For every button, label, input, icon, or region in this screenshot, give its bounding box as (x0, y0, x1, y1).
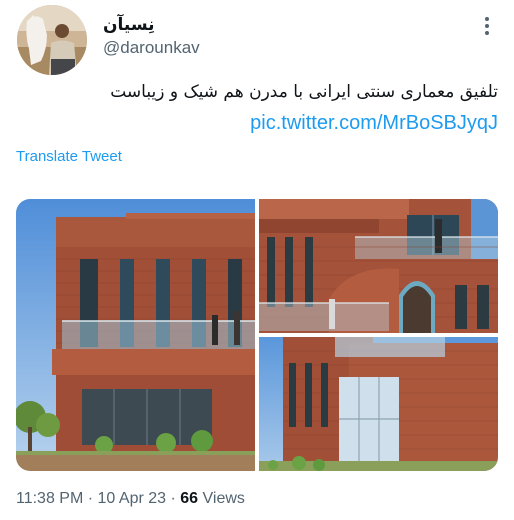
media-photo-1[interactable] (16, 199, 255, 471)
media-photo-2[interactable] (259, 199, 498, 333)
author-display-name[interactable]: نِسیآن (103, 15, 155, 35)
avatar-image (17, 5, 87, 75)
more-options-icon[interactable] (476, 14, 498, 38)
media-photo-3[interactable] (259, 337, 498, 471)
translate-tweet-link[interactable]: Translate Tweet (16, 147, 122, 167)
tweet-text: تلفیق معماری سنتی ایرانی با مدرن هم شیک … (110, 82, 498, 102)
views-label: Views (202, 490, 245, 507)
photo-facade-front-icon (16, 199, 255, 471)
more-dot (485, 31, 489, 35)
meta-separator: · (87, 490, 94, 507)
photo-corner-windows-icon (259, 337, 498, 471)
more-dot (485, 17, 489, 21)
author-handle[interactable]: @darounkav (103, 38, 200, 58)
media-grid (16, 199, 498, 471)
avatar[interactable] (17, 5, 87, 75)
photo-balcony-arch-icon (259, 199, 498, 333)
more-dot (485, 24, 489, 28)
meta-separator: · (170, 490, 176, 507)
views-count: 66 (180, 490, 199, 507)
tweet-media-link[interactable]: pic.twitter.com/MrBoSBJyqJ (250, 110, 498, 136)
tweet-time[interactable]: 11:38 PM (16, 490, 83, 507)
tweet-meta: 11:38 PM · 10 Apr 23 · 66 Views (16, 489, 245, 509)
tweet-date[interactable]: 10 Apr 23 (98, 490, 167, 507)
